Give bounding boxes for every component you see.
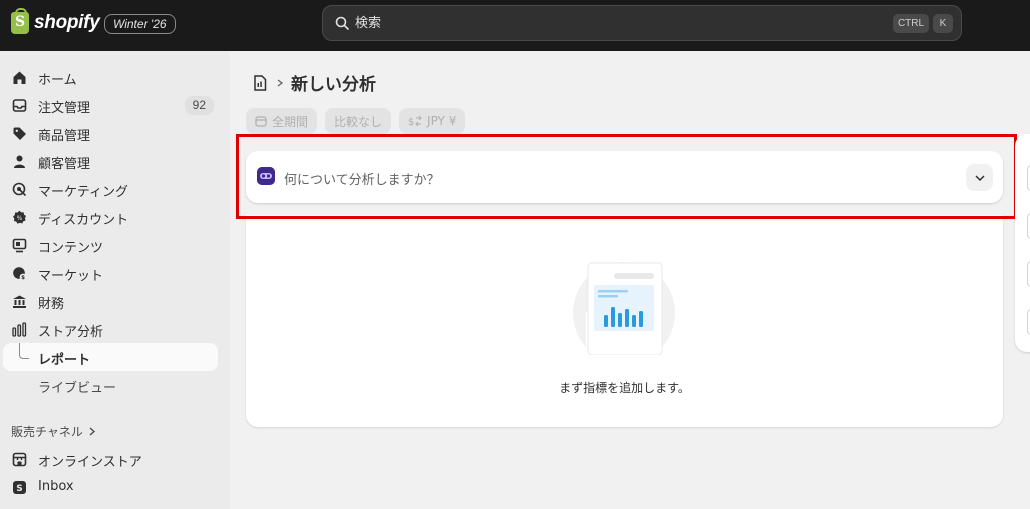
- sidebar-item-label: レポート: [38, 353, 91, 368]
- currency-button[interactable]: $ JPY ¥: [399, 108, 466, 134]
- globe-icon: $: [13, 267, 27, 281]
- sidebar-item-label: ライブビュー: [38, 381, 117, 396]
- svg-text:$: $: [21, 275, 25, 281]
- sidebar-item-finance[interactable]: 財務: [3, 287, 218, 315]
- sidebar-item-label: マーケティング: [38, 185, 128, 200]
- sidebar: ホーム 注文管理 92 商品管理 顧客管理 マーケティング % ディスカウント …: [0, 51, 230, 509]
- sidebar-item-label: 商品管理: [38, 129, 91, 144]
- sidebar-item-label: ディスカウント: [38, 213, 129, 228]
- shopify-logo[interactable]: S shopify: [11, 8, 100, 34]
- svg-text:S: S: [16, 484, 22, 494]
- sidebar-item-label: ホーム: [38, 73, 77, 88]
- content-icon: [12, 238, 27, 253]
- compare-button[interactable]: 比較なし: [325, 108, 392, 134]
- sidebar-item-label: 顧客管理: [38, 157, 91, 172]
- edition-badge[interactable]: Winter '26: [104, 14, 176, 34]
- date-range-button[interactable]: 全期間: [246, 108, 318, 134]
- svg-text:%: %: [17, 215, 23, 222]
- orders-count-badge: 92: [184, 96, 214, 115]
- highlight-box: [236, 134, 1017, 219]
- store-icon: [12, 452, 27, 467]
- sidebar-item-label: 財務: [38, 297, 65, 312]
- chevron-right-icon: [277, 78, 284, 87]
- search-input[interactable]: [355, 6, 855, 40]
- top-bar: S shopify Winter '26 CTRL K: [0, 0, 1030, 51]
- chart-icon: [12, 322, 27, 337]
- currency-exchange-icon: $: [408, 115, 422, 127]
- sidebar-item-products[interactable]: 商品管理: [3, 119, 218, 147]
- sidebar-item-markets[interactable]: $ マーケット: [3, 259, 218, 287]
- sales-channels-heading[interactable]: 販売チャネル: [11, 423, 95, 440]
- sidebar-item-label: コンテンツ: [38, 241, 104, 256]
- inbox-chat-icon: S: [13, 481, 26, 494]
- sidebar-item-label: ストア分析: [38, 325, 104, 340]
- empty-report-illustration: [573, 262, 675, 355]
- filter-bar: 全期間 比較なし $ JPY ¥: [246, 108, 466, 134]
- chevron-right-icon: [89, 427, 95, 436]
- target-icon: [12, 182, 27, 197]
- metrics-side-panel: [1015, 134, 1030, 352]
- sidebar-item-discounts[interactable]: % ディスカウント: [3, 203, 218, 231]
- sidebar-item-customers[interactable]: 顧客管理: [3, 147, 218, 175]
- brand-name: shopify: [34, 12, 100, 33]
- report-document-icon[interactable]: [253, 74, 267, 91]
- tag-icon: [13, 127, 26, 140]
- sidebar-item-label: マーケット: [38, 269, 104, 284]
- sidebar-item-orders[interactable]: 注文管理 92: [3, 91, 218, 119]
- sidebar-item-analytics[interactable]: ストア分析: [3, 315, 218, 343]
- empty-state-message: まず指標を追加します。: [559, 381, 690, 395]
- discount-icon: %: [13, 210, 26, 224]
- sidebar-item-content[interactable]: コンテンツ: [3, 231, 218, 259]
- breadcrumb: 新しい分析: [253, 70, 376, 95]
- shortcut-k-key: K: [933, 14, 953, 33]
- sidebar-item-marketing[interactable]: マーケティング: [3, 175, 218, 203]
- sidebar-item-label: 注文管理: [38, 101, 91, 116]
- sidebar-item-live-view[interactable]: ライブビュー: [3, 371, 218, 399]
- sidebar-item-home[interactable]: ホーム: [3, 63, 218, 91]
- shopify-bag-icon: S: [11, 8, 29, 34]
- svg-text:$: $: [408, 117, 414, 127]
- shortcut-ctrl-key: CTRL: [893, 14, 929, 33]
- sidebar-item-label: Inbox: [38, 479, 74, 494]
- search-icon: [335, 16, 349, 30]
- inbox-icon: [12, 99, 27, 112]
- sidebar-item-online-store[interactable]: オンラインストア: [3, 445, 218, 473]
- sub-item-connector-icon: [19, 343, 29, 359]
- sidebar-item-inbox[interactable]: S Inbox: [3, 473, 218, 501]
- search-bar[interactable]: CTRL K: [322, 5, 962, 41]
- page-title: 新しい分析: [291, 75, 376, 95]
- person-icon: [14, 155, 25, 168]
- calendar-icon: [255, 116, 267, 127]
- sidebar-item-reports[interactable]: レポート: [3, 343, 218, 371]
- empty-state-card: まず指標を追加します。: [246, 215, 1003, 427]
- bank-icon: [13, 295, 26, 308]
- sidebar-item-label: オンラインストア: [38, 455, 142, 470]
- home-icon: [13, 71, 26, 84]
